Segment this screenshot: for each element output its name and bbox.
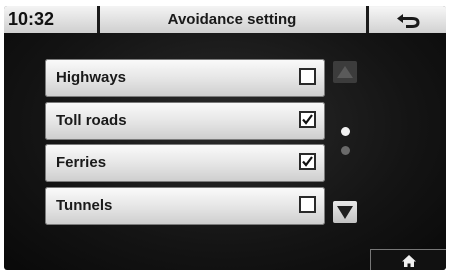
checkbox-ferries[interactable] (299, 153, 316, 170)
page-title: Avoidance setting (167, 11, 297, 28)
scroll-down-button[interactable] (333, 201, 357, 223)
checkbox-tunnels[interactable] (299, 196, 316, 213)
back-arrow-icon (397, 13, 420, 28)
page-indicator-dot-active (341, 127, 350, 136)
list-item-label: Toll roads (56, 112, 127, 129)
list-item-label: Highways (56, 69, 127, 86)
list-item-toll-roads[interactable]: Toll roads (45, 102, 325, 140)
checkmark-icon (302, 114, 313, 125)
list-item-label: Tunnels (56, 197, 113, 214)
checkbox-highways[interactable] (299, 68, 316, 85)
scroll-up-button[interactable] (333, 61, 357, 83)
nav-screen: 10:32 Avoidance setting Highways Toll ro… (4, 6, 446, 270)
home-icon (402, 254, 416, 267)
list-item-tunnels[interactable]: Tunnels (45, 187, 325, 225)
header-bar: 10:32 Avoidance setting (4, 6, 446, 33)
list-item-label: Ferries (56, 154, 107, 171)
page-indicator-dot (341, 146, 350, 155)
list-item-highways[interactable]: Highways (45, 59, 325, 97)
triangle-up-icon (337, 66, 353, 78)
header-divider (366, 6, 369, 33)
checkbox-toll-roads[interactable] (299, 111, 316, 128)
back-button[interactable] (370, 7, 446, 32)
triangle-down-icon (337, 206, 353, 219)
clock: 10:32 (8, 9, 55, 29)
checkmark-icon (302, 156, 313, 167)
home-button[interactable] (370, 249, 446, 270)
list-item-ferries[interactable]: Ferries (45, 144, 325, 182)
